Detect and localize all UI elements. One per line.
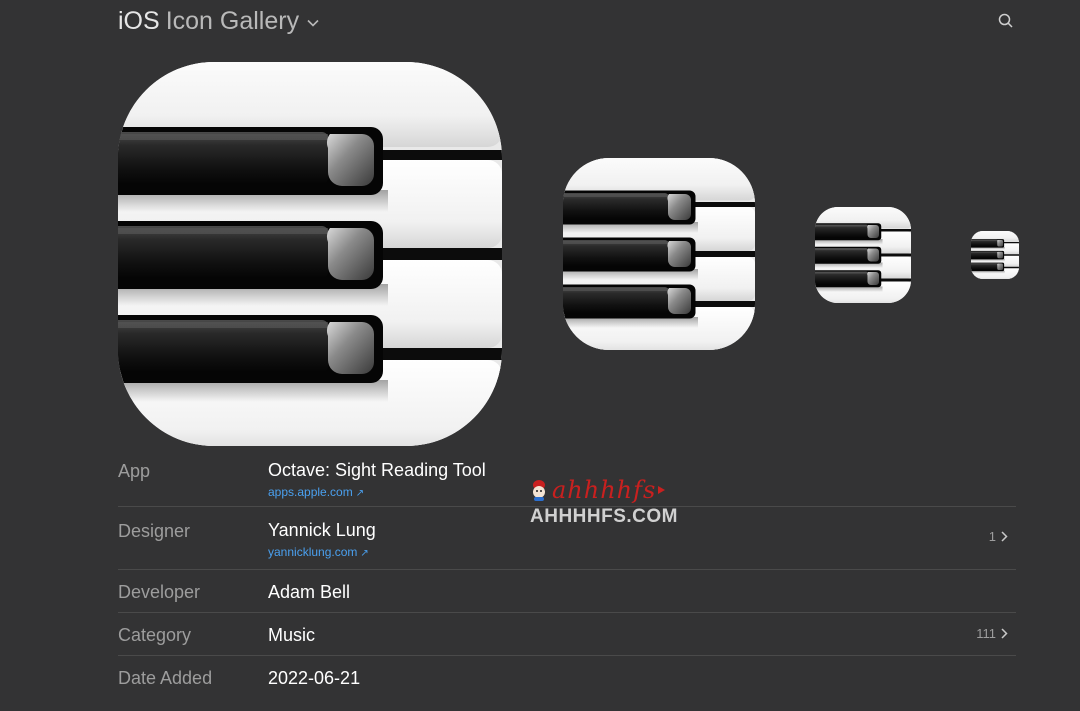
app-name: Octave: Sight Reading Tool <box>268 460 486 480</box>
external-link-icon: ↗ <box>355 488 365 499</box>
brand-icon-gallery[interactable]: Icon Gallery <box>166 7 299 36</box>
date-added-label: Date Added <box>118 668 213 688</box>
developer-label: Developer <box>118 582 201 602</box>
app-icon-medium <box>563 158 755 350</box>
site-header: iOS Icon Gallery <box>118 4 319 38</box>
row-developer: Developer Adam Bell <box>118 570 1016 613</box>
app-icon-small <box>815 207 911 303</box>
chevron-down-icon[interactable] <box>307 14 319 32</box>
date-added-value: 2022-06-21 <box>268 668 361 688</box>
developer-name: Adam Bell <box>268 582 351 602</box>
designer-website-link-text: yannicklung.com <box>268 545 358 559</box>
designer-website-link[interactable]: yannicklung.com ↗ <box>268 545 369 559</box>
designer-label: Designer <box>118 521 191 541</box>
app-store-link-text: apps.apple.com <box>268 485 353 499</box>
chevron-right-icon <box>1001 628 1008 639</box>
brand-ios[interactable]: iOS <box>118 7 160 36</box>
row-date-added: Date Added 2022-06-21 <box>118 656 1016 698</box>
designer-name[interactable]: Yannick Lung <box>268 520 376 541</box>
category-icon-count: 111 <box>976 626 996 641</box>
watermark-logo: ahhhhfs <box>530 476 678 504</box>
search-icon[interactable] <box>996 11 1016 31</box>
app-icon-tiny <box>971 231 1019 279</box>
play-icon <box>658 486 666 494</box>
category-label: Category <box>118 625 192 645</box>
app-store-link[interactable]: apps.apple.com ↗ <box>268 485 364 499</box>
category-name[interactable]: Music <box>268 625 315 646</box>
row-category: Category Music 111 <box>118 613 1016 656</box>
watermark-text: AHHHHFS.COM <box>530 506 678 527</box>
watermark: ahhhhfs AHHHHFS.COM <box>530 476 678 528</box>
watermark-script: ahhhhfs <box>552 476 657 504</box>
chevron-right-icon <box>1001 531 1008 542</box>
designer-count-link[interactable]: 1 <box>989 529 1008 544</box>
external-link-icon: ↗ <box>360 548 369 559</box>
category-count-link[interactable]: 111 <box>976 626 1008 641</box>
app-label: App <box>118 461 151 481</box>
designer-icon-count: 1 <box>988 529 996 544</box>
app-icon-large <box>118 62 502 446</box>
mascot-icon <box>533 480 545 501</box>
